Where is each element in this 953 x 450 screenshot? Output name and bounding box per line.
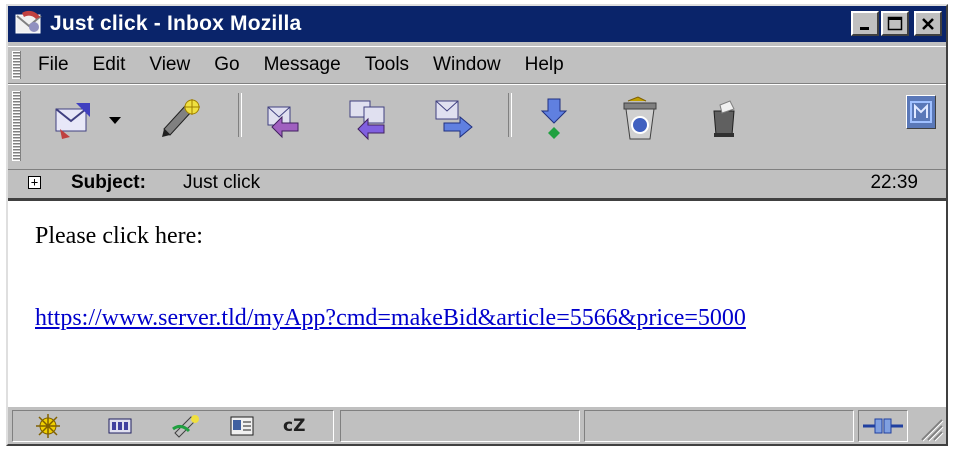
title-bar[interactable]: Just click - Inbox Mozilla [8,6,946,42]
minimize-icon [860,26,869,30]
navigator-icon[interactable] [33,413,63,439]
expand-header-toggle[interactable]: + [28,176,41,189]
toolbar-grip[interactable] [12,91,21,161]
stop-icon[interactable] [700,95,748,143]
menu-edit[interactable]: Edit [93,54,126,76]
next-icon[interactable] [530,95,578,143]
mail-window: Just click - Inbox Mozilla File Edit Vie… [6,4,948,446]
menu-help[interactable]: Help [525,54,564,76]
message-body: Please click here: https://www.server.tl… [8,201,946,407]
reply-all-icon[interactable] [342,95,390,143]
mozilla-logo-icon [910,101,932,123]
menubar-grip[interactable] [12,51,21,79]
progress-panel [584,410,854,442]
reply-icon[interactable] [258,95,306,143]
subject-label: Subject: [71,172,146,193]
address-book-icon[interactable] [227,413,257,439]
menu-go[interactable]: Go [214,54,239,76]
mail-icon[interactable] [105,413,135,439]
mozilla-app-icon[interactable] [14,9,44,39]
forward-icon[interactable] [430,95,478,143]
message-header: + Subject: Just click 22:39 [8,168,946,201]
close-button[interactable] [914,11,942,36]
resize-grip-icon[interactable] [918,416,944,442]
compose-icon[interactable] [156,95,204,143]
delete-icon[interactable] [616,95,664,143]
toolbar-separator [508,93,512,137]
mozilla-logo-button[interactable] [906,95,936,129]
component-bar: cZ [12,410,334,442]
status-text-panel [340,410,580,442]
message-time: 22:39 [870,172,918,193]
status-bar: cZ [8,408,946,444]
close-icon [922,17,934,30]
dropdown-arrow-icon[interactable] [104,95,128,143]
menu-file[interactable]: File [38,54,69,76]
menu-tools[interactable]: Tools [365,54,409,76]
subject-value: Just click [183,172,261,193]
toolbar-separator [238,93,242,137]
composer-icon[interactable] [171,413,201,439]
menu-view[interactable]: View [149,54,190,76]
online-status[interactable] [858,410,908,442]
maximize-icon [887,16,903,30]
minimize-button[interactable] [851,11,879,36]
body-text: Please click here: [35,223,203,249]
main-toolbar [8,84,946,170]
body-link[interactable]: https://www.server.tld/myApp?cmd=makeBid… [35,305,746,332]
menu-bar: File Edit View Go Message Tools Window H… [8,46,946,84]
get-msg-icon[interactable] [50,95,98,143]
maximize-button[interactable] [881,11,909,36]
online-plug-icon [863,418,903,434]
chatzilla-icon[interactable]: cZ [283,413,313,439]
menu-window[interactable]: Window [433,54,501,76]
menu-message[interactable]: Message [264,54,341,76]
window-title: Just click - Inbox Mozilla [50,12,302,35]
